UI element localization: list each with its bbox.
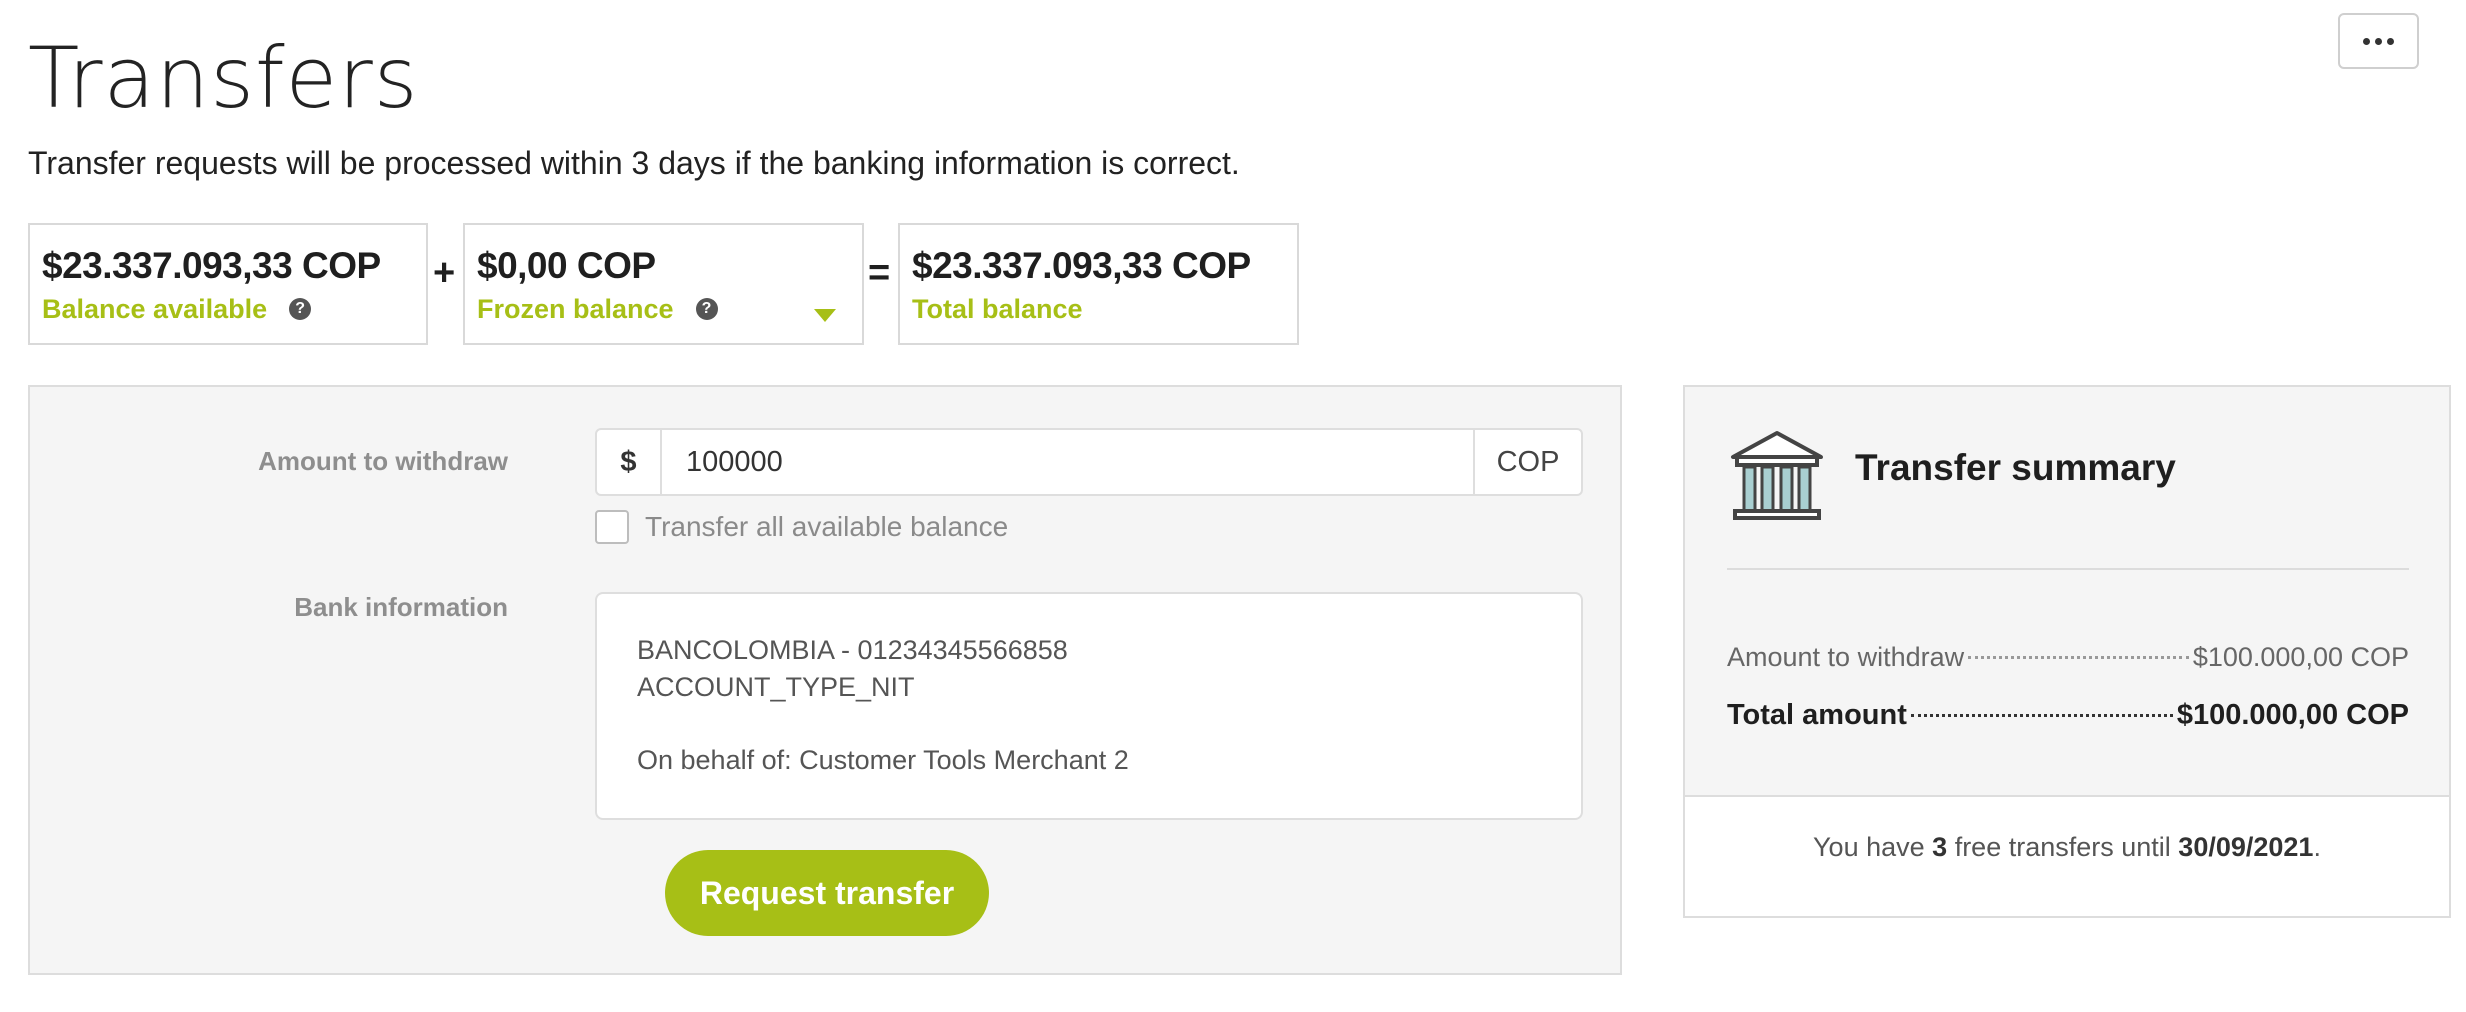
transfer-summary-panel: Transfer summary Amount to withdraw $100… bbox=[1683, 385, 2451, 918]
total-balance-label: Total balance bbox=[912, 294, 1083, 324]
summary-row-value: $100.000,00 COP bbox=[2176, 699, 2409, 731]
total-balance-amount: $23.337.093,33 COP bbox=[912, 245, 1251, 286]
summary-row-amount: Amount to withdraw $100.000,00 COP bbox=[1727, 642, 2409, 673]
bank-info-label: Bank information bbox=[294, 592, 508, 622]
free-transfers-count: 3 bbox=[1932, 832, 1948, 862]
amount-input-group: $ COP bbox=[595, 428, 1583, 496]
frozen-balance-amount: $0,00 COP bbox=[477, 245, 656, 286]
equals-operator: = bbox=[868, 252, 891, 294]
bank-info-box: BANCOLOMBIA - 01234345566858 ACCOUNT_TYP… bbox=[595, 592, 1583, 820]
bank-building-icon bbox=[1731, 431, 1823, 520]
transfer-all-label: Transfer all available balance bbox=[645, 511, 1009, 542]
summary-row-total: Total amount $100.000,00 COP bbox=[1727, 699, 2409, 732]
transfer-all-checkbox-row[interactable]: Transfer all available balance bbox=[595, 510, 1008, 544]
more-options-button[interactable] bbox=[2338, 13, 2419, 69]
request-transfer-button[interactable]: Request transfer bbox=[665, 850, 989, 936]
plus-operator: + bbox=[433, 252, 456, 294]
amount-input[interactable] bbox=[662, 430, 1473, 494]
balance-available-card: $23.337.093,33 COP Balance available ? bbox=[28, 223, 428, 345]
bank-name-account: BANCOLOMBIA - 01234345566858 bbox=[637, 635, 1068, 665]
page-subtitle: Transfer requests will be processed with… bbox=[28, 145, 1240, 181]
summary-row-value: $100.000,00 COP bbox=[2192, 642, 2409, 672]
ellipsis-icon bbox=[2363, 37, 2394, 45]
bank-account-holder: On behalf of: Customer Tools Merchant 2 bbox=[637, 745, 1129, 775]
bank-account-type: ACCOUNT_TYPE_NIT bbox=[637, 672, 915, 702]
currency-symbol: $ bbox=[597, 430, 662, 494]
frozen-balance-card[interactable]: $0,00 COP Frozen balance ? bbox=[463, 223, 864, 345]
summary-title: Transfer summary bbox=[1855, 447, 2176, 488]
amount-label: Amount to withdraw bbox=[258, 446, 508, 476]
question-circle-icon[interactable]: ? bbox=[695, 298, 718, 320]
balance-available-label: Balance available bbox=[42, 294, 268, 324]
currency-code: COP bbox=[1473, 430, 1581, 494]
transfer-form-panel: Amount to withdraw $ COP Transfer all av… bbox=[28, 385, 1622, 975]
summary-row-label: Total amount bbox=[1727, 699, 1907, 731]
summary-divider bbox=[1727, 568, 2409, 570]
summary-row-label: Amount to withdraw bbox=[1727, 642, 1965, 672]
question-circle-icon[interactable]: ? bbox=[289, 298, 312, 320]
page-title: Transfers bbox=[28, 29, 419, 127]
free-transfers-note: You have 3 free transfers until 30/09/20… bbox=[1813, 832, 2321, 862]
total-balance-card: $23.337.093,33 COP Total balance bbox=[898, 223, 1299, 345]
transfer-all-checkbox[interactable] bbox=[595, 510, 629, 544]
caret-down-icon[interactable] bbox=[814, 309, 836, 322]
free-transfers-date: 30/09/2021 bbox=[2178, 832, 2314, 862]
balance-available-amount: $23.337.093,33 COP bbox=[42, 245, 381, 286]
frozen-balance-label: Frozen balance bbox=[477, 294, 674, 324]
